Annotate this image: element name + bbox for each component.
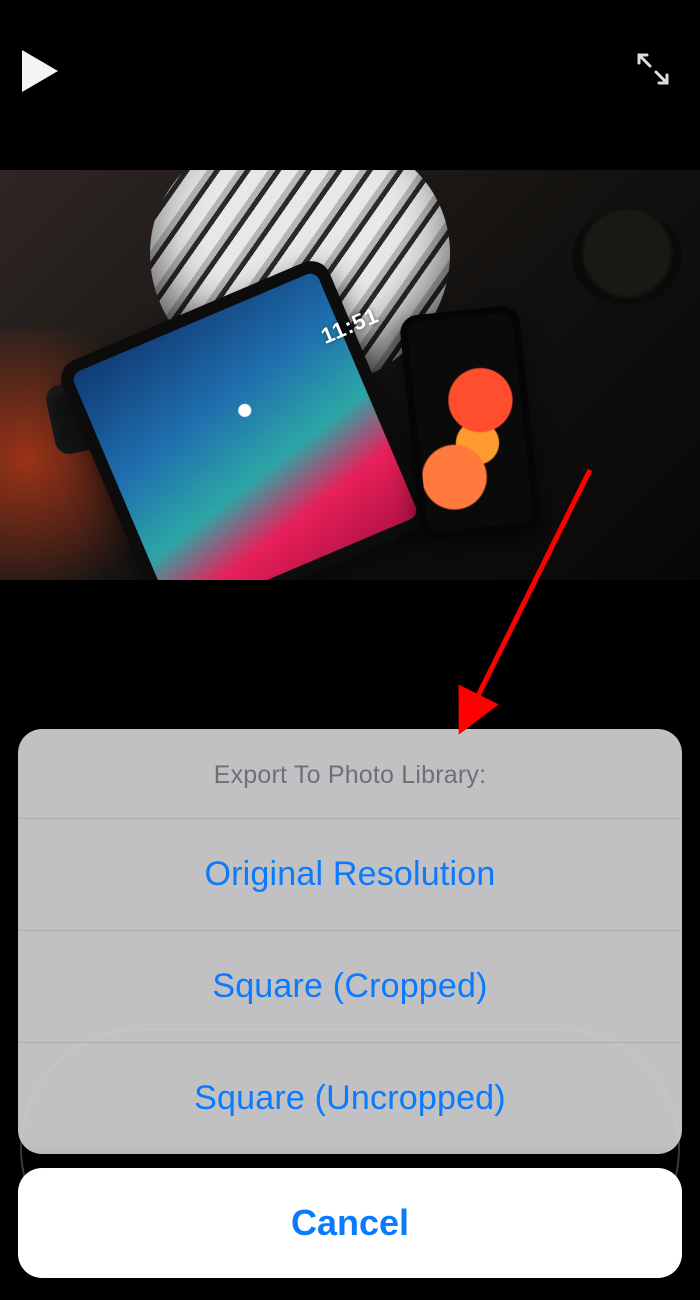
cancel-button[interactable]: Cancel	[18, 1168, 682, 1278]
video-preview-frame: 11:51	[0, 170, 700, 580]
play-button[interactable]	[20, 48, 60, 94]
action-sheet-container: Export To Photo Library: Original Resolu…	[18, 729, 682, 1278]
export-action-sheet: Export To Photo Library: Original Resolu…	[18, 729, 682, 1154]
export-square-cropped[interactable]: Square (Cropped)	[18, 930, 682, 1042]
scene-phone-screen	[406, 312, 533, 533]
scene-cup	[572, 210, 682, 305]
action-sheet-title: Export To Photo Library:	[18, 729, 682, 818]
export-original-resolution[interactable]: Original Resolution	[18, 818, 682, 930]
export-square-uncropped[interactable]: Square (Uncropped)	[18, 1042, 682, 1154]
fullscreen-button[interactable]	[632, 48, 674, 90]
scene-phone	[399, 304, 542, 540]
video-player-header	[0, 0, 700, 170]
